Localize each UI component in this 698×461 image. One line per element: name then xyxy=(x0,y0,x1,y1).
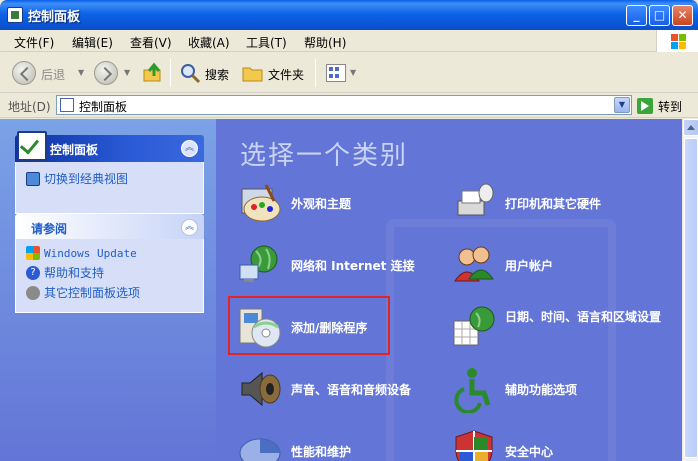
link-label: 帮助和支持 xyxy=(44,266,105,280)
panel-title: 控制面板 xyxy=(50,143,99,157)
views-dropdown-icon[interactable]: ▼ xyxy=(350,68,356,77)
date-time-globe-icon xyxy=(453,306,495,346)
address-input[interactable]: 控制面板 ▼ xyxy=(56,95,632,115)
title-bar[interactable]: 控制面板 _ □ ✕ xyxy=(0,0,698,30)
scroll-up-icon[interactable] xyxy=(683,119,698,136)
category-label: 安全中心 xyxy=(505,445,554,459)
scrollbar-thumb[interactable] xyxy=(684,138,698,458)
category-label: 外观和主题 xyxy=(291,197,352,211)
panel-body: Windows Update ? 帮助和支持 其它控制面板选项 xyxy=(15,239,204,313)
menu-bar: 文件(F) 编辑(E) 查看(V) 收藏(A) 工具(T) 帮助(H) xyxy=(0,30,698,52)
menu-favorites[interactable]: 收藏(A) xyxy=(188,34,230,51)
task-pane: 控制面板 ︽ 切换到经典视图 请参阅 ︽ Windows Update ? 帮助… xyxy=(0,119,216,461)
control-panel-icon xyxy=(17,131,47,161)
window-title: 控制面板 xyxy=(28,10,81,25)
forward-icon[interactable] xyxy=(94,61,118,85)
user-accounts-icon xyxy=(454,246,494,282)
forward-dropdown-icon[interactable]: ▼ xyxy=(124,68,130,77)
category-label: 性能和维护 xyxy=(291,445,352,459)
panel-header[interactable]: 请参阅 ︽ xyxy=(15,214,204,239)
back-button-label[interactable]: 后退 xyxy=(41,66,65,83)
windows-update-icon xyxy=(26,246,40,260)
panel-title: 请参阅 xyxy=(31,222,68,236)
page-title: 选择一个类别 xyxy=(240,141,409,171)
category-printers-hardware[interactable]: 打印机和其它硬件 xyxy=(450,179,670,225)
category-user-accounts[interactable]: 用户帐户 xyxy=(450,241,650,287)
collapse-chevron-icon[interactable]: ︽ xyxy=(181,219,198,236)
speaker-icon xyxy=(241,371,281,407)
other-options-link[interactable]: 其它控制面板选项 xyxy=(26,284,193,304)
category-label: 声音、语音和音频设备 xyxy=(291,383,412,397)
menu-edit[interactable]: 编辑(E) xyxy=(72,34,113,51)
menu-view[interactable]: 查看(V) xyxy=(130,34,172,51)
category-appearance[interactable]: 外观和主题 xyxy=(236,179,436,225)
switch-classic-view-link[interactable]: 切换到经典视图 xyxy=(26,170,193,190)
category-view: 选择一个类别 外观和主题 打印机和其它硬件 网络和 Internet 连接 用户… xyxy=(216,119,682,461)
toolbar-separator xyxy=(315,59,316,87)
category-security-center[interactable]: 安全中心 xyxy=(450,427,650,461)
folders-icon[interactable] xyxy=(242,65,264,83)
go-arrow-icon[interactable] xyxy=(637,98,653,114)
category-sounds-audio[interactable]: 声音、语音和音频设备 xyxy=(236,365,446,411)
address-label: 地址(D) xyxy=(8,100,51,114)
help-support-link[interactable]: ? 帮助和支持 xyxy=(26,264,193,284)
link-label: 其它控制面板选项 xyxy=(44,286,141,300)
help-icon: ? xyxy=(26,266,40,280)
category-network-internet[interactable]: 网络和 Internet 连接 xyxy=(236,241,446,287)
views-icon[interactable] xyxy=(326,64,346,82)
category-label: 日期、时间、语言和区域设置 xyxy=(505,310,662,324)
panel-header[interactable]: 控制面板 ︽ xyxy=(15,131,204,162)
network-globe-icon xyxy=(239,245,278,282)
folders-button-label[interactable]: 文件夹 xyxy=(268,66,304,83)
category-accessibility[interactable]: 辅助功能选项 xyxy=(450,365,650,413)
windows-logo-icon xyxy=(656,30,698,52)
add-remove-programs-icon xyxy=(239,308,281,348)
gear-icon xyxy=(26,286,40,300)
address-value: 控制面板 xyxy=(79,100,128,114)
control-panel-icon xyxy=(7,7,23,23)
category-label: 用户帐户 xyxy=(505,259,554,273)
panel-body: 切换到经典视图 xyxy=(15,162,204,214)
category-label: 网络和 Internet 连接 xyxy=(291,259,415,273)
address-dropdown-icon[interactable]: ▼ xyxy=(614,97,630,113)
control-panel-icon xyxy=(60,98,74,112)
printer-icon xyxy=(457,183,494,216)
menu-file[interactable]: 文件(F) xyxy=(14,34,54,51)
category-label: 辅助功能选项 xyxy=(505,383,578,397)
up-folder-icon[interactable] xyxy=(142,62,164,84)
category-label: 打印机和其它硬件 xyxy=(505,197,602,211)
go-button[interactable]: 转到 xyxy=(658,98,682,115)
control-panel-panel: 控制面板 ︽ 切换到经典视图 xyxy=(15,131,204,214)
close-button[interactable]: ✕ xyxy=(672,5,693,26)
search-button-label[interactable]: 搜索 xyxy=(205,66,229,83)
link-label: 切换到经典视图 xyxy=(44,172,129,186)
toolbar: 后退 ▼ ▼ 搜索 文件夹 ▼ xyxy=(0,53,698,93)
menu-tools[interactable]: 工具(T) xyxy=(246,34,287,51)
category-date-time-language[interactable]: 日期、时间、语言和区域设置 xyxy=(450,303,670,349)
back-icon[interactable] xyxy=(12,61,36,85)
accessibility-icon xyxy=(454,368,491,413)
link-label: Windows Update xyxy=(44,247,137,260)
back-dropdown-icon[interactable]: ▼ xyxy=(78,68,84,77)
category-label: 添加/删除程序 xyxy=(291,321,368,335)
toolbar-separator xyxy=(170,59,171,87)
security-shield-icon xyxy=(455,430,493,461)
appearance-palette-icon xyxy=(241,184,281,222)
category-performance-maintenance[interactable]: 性能和维护 xyxy=(236,427,436,461)
maximize-button[interactable]: □ xyxy=(649,5,670,26)
address-bar: 地址(D) 控制面板 ▼ 转到 xyxy=(0,93,698,118)
minimize-button[interactable]: _ xyxy=(626,5,647,26)
vertical-scrollbar[interactable] xyxy=(682,119,698,461)
windows-update-link[interactable]: Windows Update xyxy=(26,244,193,264)
classic-view-icon xyxy=(26,172,40,186)
collapse-chevron-icon[interactable]: ︽ xyxy=(181,140,198,157)
menu-help[interactable]: 帮助(H) xyxy=(304,34,346,51)
performance-chart-icon xyxy=(239,438,281,461)
search-icon[interactable] xyxy=(179,62,201,84)
category-add-remove-programs[interactable]: 添加/删除程序 xyxy=(236,303,436,349)
see-also-panel: 请参阅 ︽ Windows Update ? 帮助和支持 其它控制面板选项 xyxy=(15,214,204,313)
